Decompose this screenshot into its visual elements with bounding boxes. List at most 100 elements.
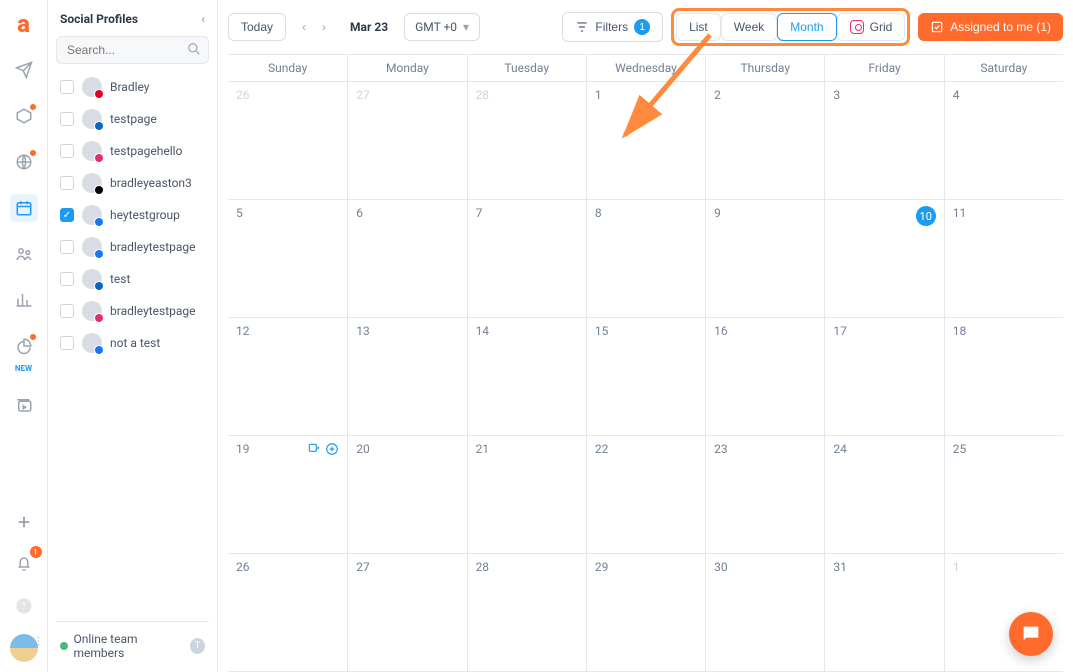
nav-inbox-icon[interactable] (10, 102, 38, 130)
calendar-cell[interactable]: 17 (824, 318, 943, 436)
profile-item[interactable]: bradleytestpage (56, 234, 209, 260)
profile-item[interactable]: bradleytestpage (56, 298, 209, 324)
timezone-select[interactable]: GMT +0 ▾ (404, 13, 480, 41)
calendar-cell[interactable]: 2 (705, 82, 824, 200)
profile-checkbox[interactable] (60, 240, 74, 254)
profile-item[interactable]: Bradley (56, 74, 209, 100)
calendar-cell[interactable]: 6 (347, 200, 466, 318)
calendar: SundayMondayTuesdayWednesdayThursdayFrid… (228, 54, 1063, 672)
calendar-cell[interactable]: 15 (586, 318, 705, 436)
calendar-cell[interactable]: 14 (467, 318, 586, 436)
assigned-to-me-button[interactable]: Assigned to me (1) (918, 13, 1063, 41)
profile-item[interactable]: testpagehello (56, 138, 209, 164)
calendar-cell[interactable]: 31 (824, 554, 943, 672)
calendar-cell[interactable]: 8 (586, 200, 705, 318)
day-number: 15 (595, 324, 609, 338)
calendar-cell[interactable]: 10 (824, 200, 943, 318)
cell-actions[interactable] (307, 442, 339, 456)
nav-help-icon[interactable]: ? (10, 592, 38, 620)
nav-people-icon[interactable] (10, 240, 38, 268)
calendar-cell[interactable]: 18 (944, 318, 1063, 436)
nav-calendar-icon[interactable] (10, 194, 38, 222)
nav-analytics-icon[interactable] (10, 286, 38, 314)
profile-checkbox[interactable] (60, 112, 74, 126)
day-number: 4 (953, 88, 960, 102)
profile-avatar (82, 205, 102, 225)
profile-item[interactable]: heytestgroup (56, 202, 209, 228)
day-number: 25 (953, 442, 967, 456)
calendar-cell[interactable]: 16 (705, 318, 824, 436)
weekday-label: Tuesday (467, 55, 586, 81)
calendar-cell[interactable]: 12 (228, 318, 347, 436)
calendar-cell[interactable]: 26 (228, 554, 347, 672)
calendar-cell[interactable]: 11 (944, 200, 1063, 318)
day-number: 24 (833, 442, 847, 456)
profile-avatar (82, 173, 102, 193)
calendar-cell[interactable]: 20 (347, 436, 466, 554)
next-button[interactable]: › (314, 14, 334, 40)
nav-user-avatar[interactable]: ⋮ (10, 634, 38, 662)
nav-dashboard-icon[interactable] (10, 332, 38, 360)
day-number: 19 (236, 442, 250, 456)
view-week-button[interactable]: Week (721, 13, 777, 41)
nav-send-icon[interactable] (10, 56, 38, 84)
profile-item[interactable]: test (56, 266, 209, 292)
view-list-button[interactable]: List (676, 13, 721, 41)
sidebar-collapse-icon[interactable]: ‹ (201, 12, 205, 26)
profile-item[interactable]: bradleyeaston3 (56, 170, 209, 196)
nav-add-icon[interactable] (10, 508, 38, 536)
calendar-cell[interactable]: 7 (467, 200, 586, 318)
chat-fab[interactable] (1009, 612, 1053, 656)
calendar-cell[interactable]: 27 (347, 82, 466, 200)
calendar-cell[interactable]: 30 (705, 554, 824, 672)
day-number: 28 (476, 560, 490, 574)
online-status-icon (60, 642, 68, 650)
calendar-cell[interactable]: 3 (824, 82, 943, 200)
calendar-cell[interactable]: 21 (467, 436, 586, 554)
calendar-cell[interactable]: 29 (586, 554, 705, 672)
calendar-cell[interactable]: 22 (586, 436, 705, 554)
profile-checkbox[interactable] (60, 208, 74, 222)
profile-checkbox[interactable] (60, 336, 74, 350)
nav-bell-icon[interactable]: 1 (10, 550, 38, 578)
online-count-chip[interactable]: T (190, 638, 205, 654)
app-logo[interactable]: a (10, 10, 38, 38)
calendar-cell[interactable]: 28 (467, 82, 586, 200)
nav-library-icon[interactable] (10, 391, 38, 419)
view-grid-label: Grid (870, 20, 893, 34)
profile-checkbox[interactable] (60, 144, 74, 158)
calendar-cell[interactable]: 27 (347, 554, 466, 672)
profile-checkbox[interactable] (60, 304, 74, 318)
calendar-cell[interactable]: 26 (228, 82, 347, 200)
profile-item[interactable]: not a test (56, 330, 209, 356)
view-month-button[interactable]: Month (777, 13, 836, 41)
day-number: 28 (476, 88, 490, 102)
calendar-cell[interactable]: 19 (228, 436, 347, 554)
day-number: 26 (236, 560, 250, 574)
prev-button[interactable]: ‹ (294, 14, 314, 40)
calendar-cell[interactable]: 9 (705, 200, 824, 318)
calendar-cell[interactable]: 28 (467, 554, 586, 672)
day-number: 1 (953, 560, 960, 574)
weekday-header: SundayMondayTuesdayWednesdayThursdayFrid… (228, 55, 1063, 82)
calendar-cell[interactable]: 13 (347, 318, 466, 436)
calendar-cell[interactable]: 23 (705, 436, 824, 554)
profile-item[interactable]: testpage (56, 106, 209, 132)
calendar-cell[interactable]: 24 (824, 436, 943, 554)
calendar-cell[interactable]: 1 (586, 82, 705, 200)
network-badge-icon (94, 89, 104, 99)
profile-checkbox[interactable] (60, 176, 74, 190)
profile-name: not a test (110, 336, 160, 350)
toolbar: Today ‹ › Mar 23 GMT +0 ▾ Filters 1 List… (218, 0, 1073, 54)
calendar-cell[interactable]: 25 (944, 436, 1063, 554)
profile-checkbox[interactable] (60, 80, 74, 94)
filters-button[interactable]: Filters 1 (562, 12, 663, 42)
calendar-cell[interactable]: 4 (944, 82, 1063, 200)
profile-checkbox[interactable] (60, 272, 74, 286)
calendar-cell[interactable]: 5 (228, 200, 347, 318)
nav-globe-icon[interactable] (10, 148, 38, 176)
today-button[interactable]: Today (228, 13, 286, 41)
view-grid-button[interactable]: Grid (837, 13, 906, 41)
calendar-cell[interactable]: 1 (944, 554, 1063, 672)
sidebar-footer: Online team members T (56, 621, 209, 662)
